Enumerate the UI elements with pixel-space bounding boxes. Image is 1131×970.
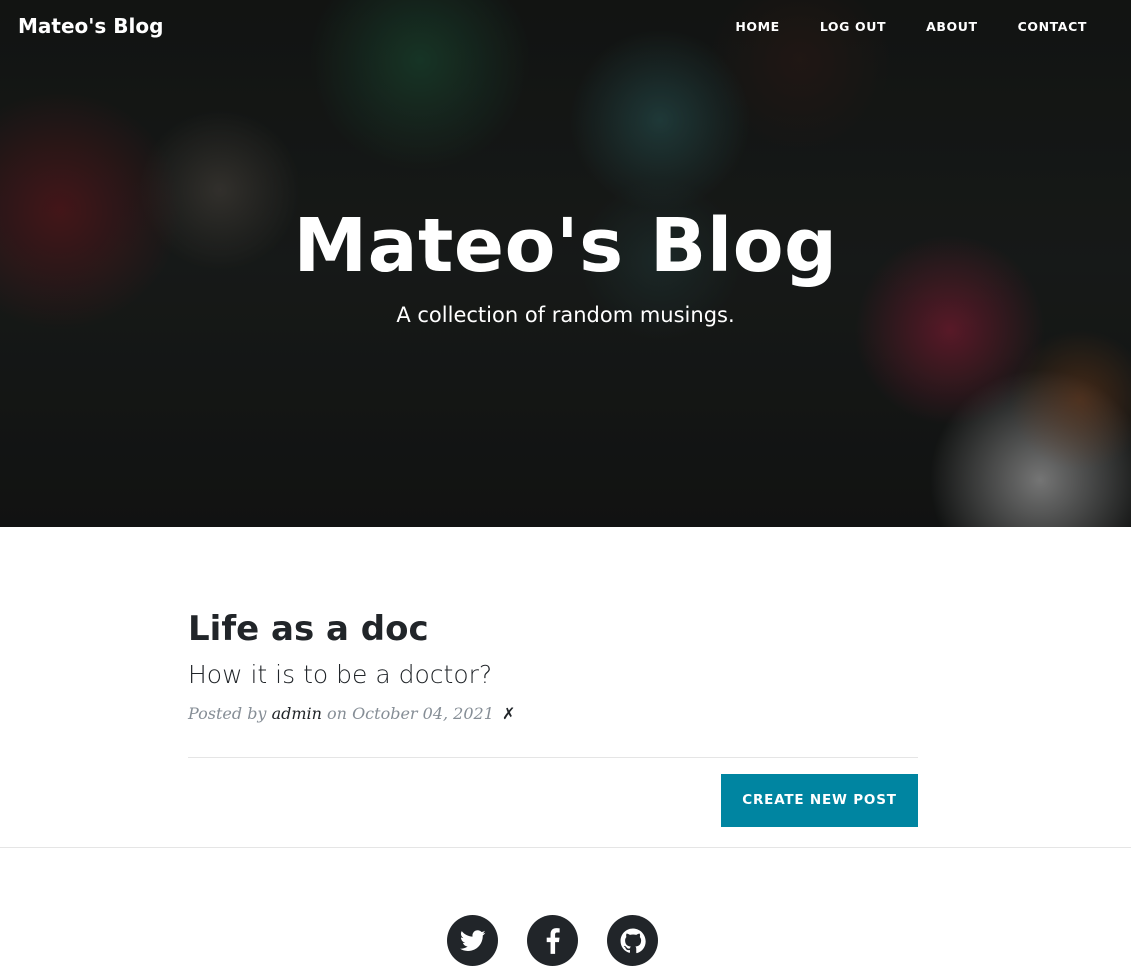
post-date: October 04, 2021 bbox=[352, 704, 494, 723]
hero-title: Mateo's Blog bbox=[293, 203, 838, 289]
page-header: Mateo's Blog HOME LOG OUT ABOUT CONTACT … bbox=[0, 0, 1131, 527]
post-preview: Life as a doc How it is to be a doctor? … bbox=[188, 607, 918, 725]
post-meta-middle: on bbox=[327, 704, 347, 723]
hero-subtitle: A collection of random musings. bbox=[396, 303, 735, 327]
nav-about-link[interactable]: ABOUT bbox=[906, 19, 998, 34]
post-meta: Posted by admin on October 04, 2021 ✗ bbox=[188, 703, 918, 725]
github-icon bbox=[620, 928, 646, 953]
create-new-post-button[interactable]: CREATE NEW POST bbox=[721, 774, 918, 827]
action-row: CREATE NEW POST bbox=[188, 774, 918, 827]
main-nav: Mateo's Blog HOME LOG OUT ABOUT CONTACT bbox=[0, 0, 1131, 56]
github-link[interactable] bbox=[607, 915, 658, 966]
post-title-link[interactable]: Life as a doc bbox=[188, 607, 918, 651]
hero-heading: Mateo's Blog A collection of random musi… bbox=[0, 196, 1131, 330]
nav-logout-link[interactable]: LOG OUT bbox=[800, 19, 906, 34]
page-footer bbox=[0, 847, 1131, 970]
nav-home-link[interactable]: HOME bbox=[715, 19, 799, 34]
post-meta-prefix: Posted by bbox=[188, 704, 267, 723]
post-subtitle: How it is to be a doctor? bbox=[188, 660, 493, 689]
facebook-icon bbox=[546, 927, 560, 954]
nav-links: HOME LOG OUT ABOUT CONTACT bbox=[715, 19, 1107, 34]
post-author-link[interactable]: admin bbox=[272, 704, 322, 723]
twitter-icon bbox=[459, 929, 486, 951]
nav-contact-link[interactable]: CONTACT bbox=[998, 19, 1107, 34]
twitter-link[interactable] bbox=[447, 915, 498, 966]
delete-post-icon[interactable]: ✗ bbox=[502, 704, 515, 723]
brand-link[interactable]: Mateo's Blog bbox=[18, 14, 163, 38]
facebook-link[interactable] bbox=[527, 915, 578, 966]
post-list: Life as a doc How it is to be a doctor? … bbox=[188, 527, 918, 827]
social-links bbox=[447, 915, 658, 966]
post-divider bbox=[188, 757, 918, 758]
